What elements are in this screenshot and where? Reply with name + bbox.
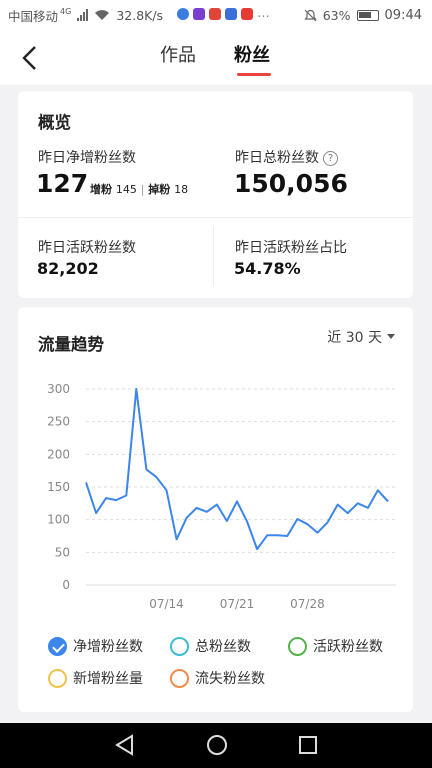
y-tick-label: 50 [55,545,70,559]
headline-app-icon [241,7,254,20]
net-new-fans-value: 127 [36,169,89,198]
tab-fans[interactable]: 粉丝 [234,41,270,67]
date-range-label: 近 30 天 [327,330,382,346]
net-new-fans-label: 昨日净增粉丝数 [38,150,136,166]
y-tick-label: 150 [47,480,70,494]
tab-works[interactable]: 作品 [160,41,196,67]
radio-icon [48,668,67,688]
sub-divider: | [140,183,145,196]
battery-percent: 63% [322,7,351,23]
more-notifications-icon: ⋯ [257,7,270,23]
lose-value: 18 [174,183,189,196]
trend-card: 流量趋势 近 30 天 0 50 100 150 200 250 300 07/14 07/21… [18,307,413,712]
active-fans-label: 昨日活跃粉丝数 [38,240,136,256]
overview-title: 概览 [38,113,71,132]
y-tick-label: 200 [47,447,70,461]
radio-icon [170,668,189,688]
series-line-net-new [85,388,389,551]
x-tick-label: 07/14 [149,597,184,611]
active-ratio-label: 昨日活跃粉丝占比 [235,240,347,256]
shop-app-icon [225,7,238,20]
gain-value: 145 [115,183,137,196]
x-tick-label: 07/21 [220,597,255,611]
gain-label: 增粉 [90,183,112,196]
radio-icon [170,636,189,656]
active-fans-value: 82,202 [37,259,99,278]
carrier-label: 中国移动 [8,8,59,24]
help-question-icon[interactable]: ? [323,151,338,166]
x-tick-label: 07/28 [290,597,325,611]
y-tick-label: 300 [47,382,70,396]
divider [18,217,413,218]
legend-item-total[interactable]: 总粉丝数 [170,636,251,656]
clock: 09:44 [384,7,422,23]
legend-label: 活跃粉丝数 [313,639,383,655]
checked-radio-icon [48,636,67,656]
overview-card: 概览 昨日净增粉丝数 127 增粉 145 | 掉粉 18 昨日总粉丝数? 15… [18,91,413,298]
back-arrow-icon[interactable] [18,44,42,72]
trend-line-chart: 0 50 100 150 200 250 300 07/14 07/21 07/28 [47,382,396,611]
system-nav-bar [0,723,432,768]
music-app-icon [177,7,190,20]
trend-title: 流量趋势 [38,335,104,354]
legend-item-net-new[interactable]: 净增粉丝数 [48,636,143,656]
total-fans-value: 150,056 [234,169,348,198]
legend-label: 净增粉丝数 [73,639,143,655]
y-tick-label: 0 [62,578,70,592]
legend-item-active[interactable]: 活跃粉丝数 [288,636,383,656]
lose-label: 掉粉 [148,183,171,196]
top-nav: 作品 粉丝 [0,30,432,85]
radio-icon [288,636,307,656]
legend-item-lost[interactable]: 流失粉丝数 [170,668,265,688]
legend-item-new[interactable]: 新增粉丝量 [48,668,143,688]
network-tag: 4G [60,6,72,16]
divider [213,226,214,286]
active-ratio-value: 54.78% [234,259,301,278]
total-fans-label: 昨日总粉丝数 [235,150,319,166]
wifi-icon [95,10,110,20]
nav-recents-icon[interactable] [297,733,319,757]
nav-back-icon[interactable] [113,733,135,757]
y-tick-label: 250 [47,415,70,429]
active-tab-indicator [237,73,271,76]
legend-label: 总粉丝数 [195,639,251,655]
date-range-dropdown[interactable]: 近 30 天 [327,327,395,347]
nav-home-icon[interactable] [205,733,229,757]
y-tick-label: 100 [47,513,70,527]
signal-icon [77,9,89,21]
notification-icons: ⋯ [177,7,270,23]
network-speed: 32.8K/s [116,7,164,23]
battery-icon [356,9,379,21]
video-app-icon [193,7,206,20]
legend-label: 流失粉丝数 [195,671,265,687]
mute-icon [304,9,317,21]
status-bar: 中国移动 4G 32.8K/s ⋯ 63% 09:44 [0,0,432,30]
caret-down-icon [387,334,395,339]
legend-label: 新增粉丝量 [73,671,143,687]
news-app-icon [209,7,222,20]
